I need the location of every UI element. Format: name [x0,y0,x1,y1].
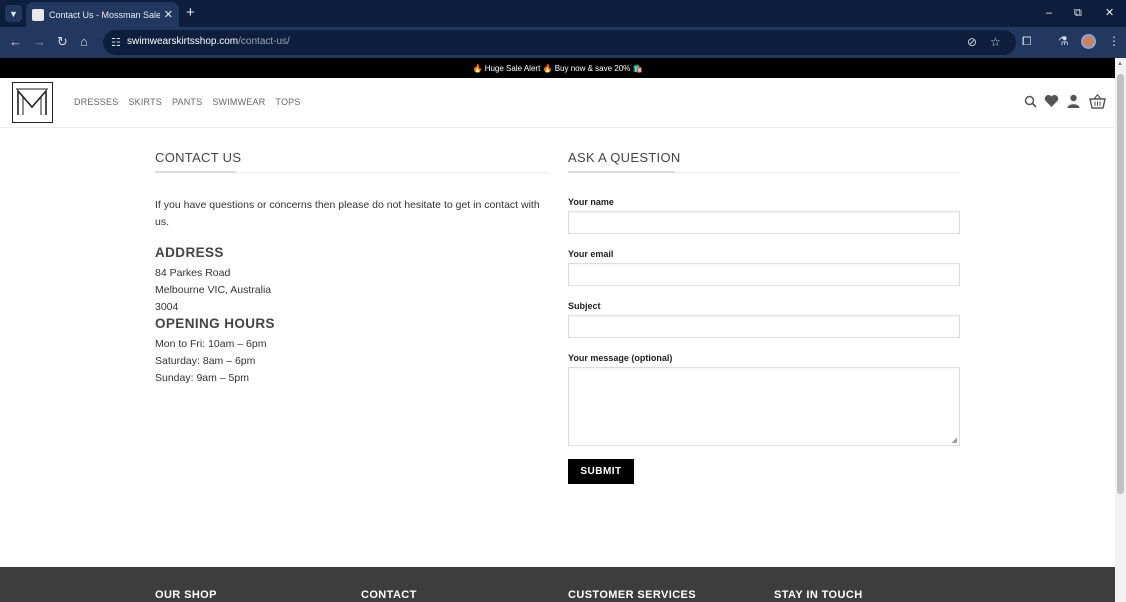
tab-title: Contact Us - Mossman Sales - L [49,9,160,20]
page-scrollbar[interactable]: ▲ [1115,58,1126,602]
logo-m-icon [16,88,48,115]
contact-intro-text: If you have questions or concerns then p… [155,199,540,228]
nav-swimwear[interactable]: SWIMWEAR [212,97,265,107]
opening-hours-block: Mon to Fri: 10am – 6pm Saturday: 8am – 6… [155,336,548,387]
subject-label: Subject [568,301,601,311]
address-line: Melbourne VIC, Australia [155,284,272,296]
ask-question-title: ASK A QUESTION [568,150,960,173]
cart-basket-icon[interactable] [1089,93,1106,114]
contact-us-title: CONTACT US [155,150,548,173]
window-close-button[interactable]: ✕ [1105,6,1114,20]
main-navigation: DRESSES SKIRTS PANTS SWIMWEAR TOPS [74,97,301,107]
nav-skirts[interactable]: SKIRTS [128,97,162,107]
browser-menu-icon[interactable]: ⋮ [1108,34,1120,48]
new-tab-button[interactable]: + [186,4,195,22]
forward-arrow-icon[interactable]: → [33,34,46,50]
email-input[interactable] [568,263,960,286]
address-line: 84 Parkes Road [155,267,231,279]
message-label: Your message (optional) [568,353,673,363]
address-bar[interactable]: ☷ swimwearskirtsshop.com/contact-us/ ⊘ ☆ [103,30,1016,55]
opening-hours-heading: OPENING HOURS [155,316,275,331]
extensions-icon[interactable]: ⧠ [1022,34,1032,49]
eye-off-icon[interactable]: ⊘ [967,35,977,49]
name-label: Your name [568,197,614,207]
email-label: Your email [568,249,614,259]
browser-tab-strip: ▼ Contact Us - Mossman Sales - L ✕ + – ⧉… [0,0,1126,27]
address-block: 84 Parkes Road Melbourne VIC, Australia … [155,265,548,316]
address-line: 3004 [155,301,179,313]
wishlist-heart-icon[interactable] [1044,94,1059,113]
question-form-column: ASK A QUESTION Your name Your email Subj… [568,150,960,484]
browser-toolbar: ← → ↻ ⌂ ☷ swimwearskirtsshop.com/contact… [0,27,1126,58]
resize-grip-icon[interactable]: ◢ [952,436,957,444]
reload-icon[interactable]: ↻ [57,34,68,50]
site-info-icon[interactable]: ☷ [111,36,121,49]
footer-heading-stay-in-touch: STAY IN TOUCH [774,589,863,601]
minimize-button[interactable]: – [1046,6,1052,20]
tab-close-icon[interactable]: ✕ [164,8,173,21]
name-input[interactable] [568,211,960,234]
account-user-icon[interactable] [1067,94,1080,113]
labs-flask-icon[interactable]: ⚗ [1058,34,1069,48]
message-textarea[interactable]: ◢ [568,367,960,446]
profile-avatar[interactable] [1081,34,1096,49]
search-icon[interactable] [1024,95,1037,113]
home-icon[interactable]: ⌂ [80,34,88,50]
scroll-up-icon[interactable]: ▲ [1117,61,1123,67]
hours-line: Saturday: 8am – 6pm [155,355,256,367]
footer-heading-customer-services: CUSTOMER SERVICES [568,589,697,601]
tab-search-chevron-icon[interactable]: ▼ [5,5,22,22]
tab-favicon-icon [32,8,44,21]
announcement-bar: 🔥 Huge Sale Alert 🔥 Buy now & save 20% 🛍… [0,58,1115,78]
site-footer: OUR SHOP CONTACT CUSTOMER SERVICES STAY … [0,567,1115,602]
hours-line: Mon to Fri: 10am – 6pm [155,338,267,350]
subject-input[interactable] [568,315,960,338]
bookmark-star-icon[interactable]: ☆ [990,35,1001,49]
site-logo[interactable] [12,82,53,123]
restore-button[interactable]: ⧉ [1074,6,1082,20]
contact-info-column: CONTACT US If you have questions or conc… [155,150,548,387]
scrollbar-thumb[interactable] [1117,74,1124,494]
browser-tab[interactable]: Contact Us - Mossman Sales - L ✕ [26,2,179,27]
url-text: swimwearskirtsshop.com/contact-us/ [127,36,290,47]
nav-tops[interactable]: TOPS [275,97,300,107]
address-heading: ADDRESS [155,245,224,260]
site-header: DRESSES SKIRTS PANTS SWIMWEAR TOPS [0,78,1115,128]
nav-pants[interactable]: PANTS [172,97,202,107]
back-arrow-icon[interactable]: ← [9,34,22,50]
footer-heading-contact: CONTACT [361,589,417,601]
nav-dresses[interactable]: DRESSES [74,97,118,107]
submit-button[interactable]: SUBMIT [568,459,634,484]
footer-heading-our-shop: OUR SHOP [155,589,217,601]
hours-line: Sunday: 9am – 5pm [155,372,249,384]
